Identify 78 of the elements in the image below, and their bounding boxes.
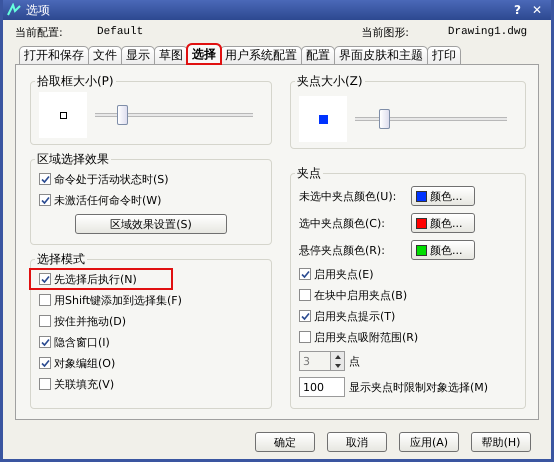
tab[interactable]: 显示 [121, 46, 155, 64]
checkbox-option[interactable]: 在块中启用夹点(B) [299, 286, 517, 304]
checkbox[interactable] [39, 357, 51, 369]
checkbox[interactable] [39, 315, 51, 327]
profile-label: 当前配置: [15, 24, 64, 40]
option-label: 隐含窗口(I) [54, 334, 110, 350]
group-title: 选择模式 [36, 251, 86, 268]
checkbox-option[interactable]: 用Shift键添加到选择集(F) [39, 291, 263, 309]
option-label: 启用夹点(E) [314, 266, 374, 282]
dialog-button[interactable]: 帮助(H) [471, 432, 531, 452]
option-label: 命令处于活动状态时(S) [54, 172, 169, 186]
checkbox-option[interactable]: 关联填充(V) [39, 375, 263, 393]
pickbox-icon [60, 112, 66, 118]
tab[interactable]: 文件 [88, 46, 122, 64]
checkbox-option[interactable]: 启用夹点提示(T) [299, 307, 517, 325]
option-label: 对象编组(O) [54, 356, 116, 370]
down-arrow-icon [334, 364, 340, 368]
profile-value: Default [97, 26, 144, 38]
help-button[interactable]: ? [510, 3, 524, 17]
tab[interactable]: 打开和保存 [19, 46, 89, 64]
checkbox[interactable] [39, 273, 51, 285]
tab[interactable]: 草图 [154, 46, 188, 64]
grip-icon [318, 114, 328, 124]
window-title: 选项 [26, 2, 51, 18]
option-label: 未激活任何命令时(W) [54, 192, 162, 208]
checkbox[interactable] [39, 336, 51, 348]
color-label: 悬停夹点颜色(R): [299, 242, 386, 258]
checkbox[interactable] [299, 331, 311, 343]
checkbox-option[interactable]: 启用夹点(E) [299, 265, 517, 283]
checkbox[interactable] [39, 194, 51, 206]
group-title: 区域选择效果 [36, 151, 110, 168]
up-arrow-icon [334, 354, 340, 358]
group-title: 拾取框大小(P) [36, 73, 115, 90]
option-label: 关联填充(V) [54, 376, 114, 392]
group-title: 夹点大小(Z) [296, 73, 364, 90]
dialog-button[interactable]: 取消 [327, 432, 387, 452]
limit-label: 显示夹点时限制对象选择(M) [349, 380, 488, 394]
area-effect-settings-button[interactable]: 区域效果设置(S) [75, 214, 227, 234]
close-button[interactable]: ✕ [528, 3, 545, 17]
checkbox-option[interactable]: 未激活任何命令时(W) [39, 191, 263, 209]
app-logo-icon [7, 3, 21, 17]
group-title: 夹点 [296, 165, 322, 182]
option-label: 启用夹点吸附范围(R) [314, 330, 418, 344]
unit-label: 点 [349, 354, 360, 368]
option-label: 先选择后执行(N) [54, 272, 137, 286]
color-button[interactable]: 颜色... [411, 186, 475, 206]
tab[interactable]: 界面皮肤和主题 [334, 46, 428, 64]
option-label: 按住并拖动(D) [54, 314, 126, 328]
color-button[interactable]: 颜色... [411, 213, 475, 233]
dialog-button[interactable]: 应用(A) [399, 432, 459, 452]
checkbox-option[interactable]: 按住并拖动(D) [39, 312, 263, 330]
tab[interactable]: 配置 [301, 46, 335, 64]
color-label: 未选中夹点颜色(U): [299, 188, 398, 204]
checkbox[interactable] [299, 289, 311, 301]
checkbox-option[interactable]: 对象编组(O) [39, 354, 263, 372]
tab[interactable]: 用户系统配置 [220, 46, 302, 64]
checkbox-option[interactable]: 先选择后执行(N) [31, 270, 171, 288]
checkbox[interactable] [299, 268, 311, 280]
tab[interactable]: 选择 [187, 44, 221, 64]
checkbox[interactable] [39, 173, 51, 185]
option-label: 在块中启用夹点(B) [314, 288, 408, 302]
checkbox[interactable] [39, 378, 51, 390]
checkbox-option[interactable]: 命令处于活动状态时(S) [39, 170, 263, 188]
slider-thumb[interactable] [378, 109, 390, 129]
option-label: 启用夹点提示(T) [314, 308, 396, 324]
drawing-value: Drawing1.dwg [448, 26, 528, 38]
slider-thumb[interactable] [116, 105, 128, 125]
color-button[interactable]: 颜色... [411, 240, 475, 260]
checkbox-option[interactable]: 隐含窗口(I) [39, 333, 263, 351]
dialog-button[interactable]: 确定 [255, 432, 315, 452]
drawing-label: 当前图形: [361, 24, 410, 40]
tab[interactable]: 打印 [427, 46, 461, 64]
color-label: 选中夹点颜色(C): [299, 216, 386, 230]
limit-field[interactable]: 100 [299, 377, 345, 397]
option-label: 用Shift键添加到选择集(F) [54, 292, 182, 308]
checkbox[interactable] [299, 310, 311, 322]
checkbox-option[interactable]: 启用夹点吸附范围(R) [299, 328, 517, 346]
checkbox[interactable] [39, 294, 51, 306]
